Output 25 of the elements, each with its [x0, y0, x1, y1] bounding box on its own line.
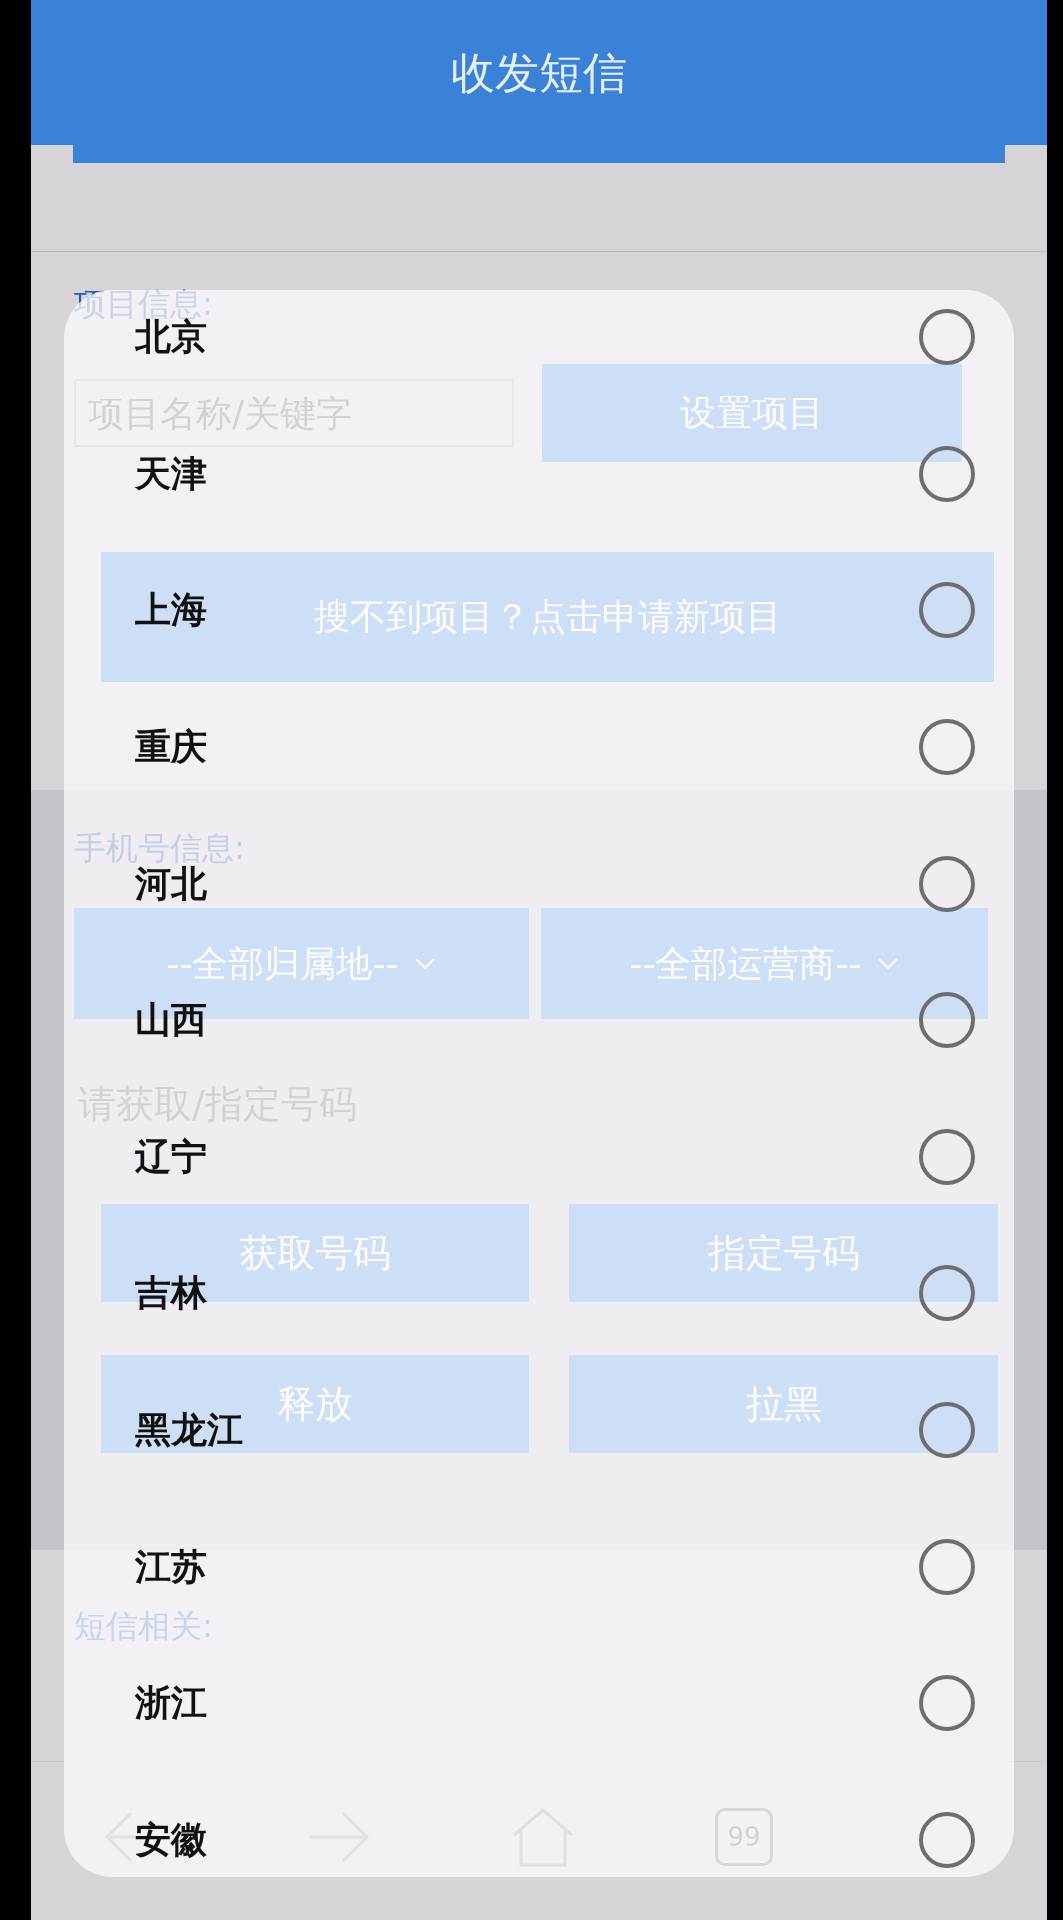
province-label: 天津	[135, 455, 207, 492]
radio-button[interactable]	[919, 992, 975, 1049]
radio-button[interactable]	[919, 582, 975, 639]
province-label: 安徽	[135, 1821, 207, 1858]
radio-button[interactable]	[919, 1538, 975, 1595]
radio-button[interactable]	[919, 1265, 975, 1322]
province-label: 黑龙江	[135, 1412, 243, 1449]
radio-button[interactable]	[919, 1675, 975, 1732]
radio-button[interactable]	[919, 855, 975, 912]
radio-button[interactable]	[919, 309, 975, 366]
province-label: 重庆	[135, 729, 207, 766]
radio-button[interactable]	[919, 1402, 975, 1459]
radio-button[interactable]	[919, 445, 975, 502]
province-label: 河北	[135, 865, 207, 902]
province-label: 山西	[135, 1002, 207, 1039]
province-label: 吉林	[135, 1275, 207, 1312]
screen-title: 收发短信	[451, 45, 627, 100]
province-label: 北京	[135, 319, 207, 356]
radio-button[interactable]	[919, 1811, 975, 1868]
province-label: 江苏	[135, 1548, 207, 1585]
province-label: 上海	[135, 592, 207, 629]
radio-button[interactable]	[919, 719, 975, 776]
province-label: 浙江	[135, 1685, 207, 1722]
radio-button[interactable]	[919, 1128, 975, 1185]
province-label: 辽宁	[135, 1138, 207, 1175]
